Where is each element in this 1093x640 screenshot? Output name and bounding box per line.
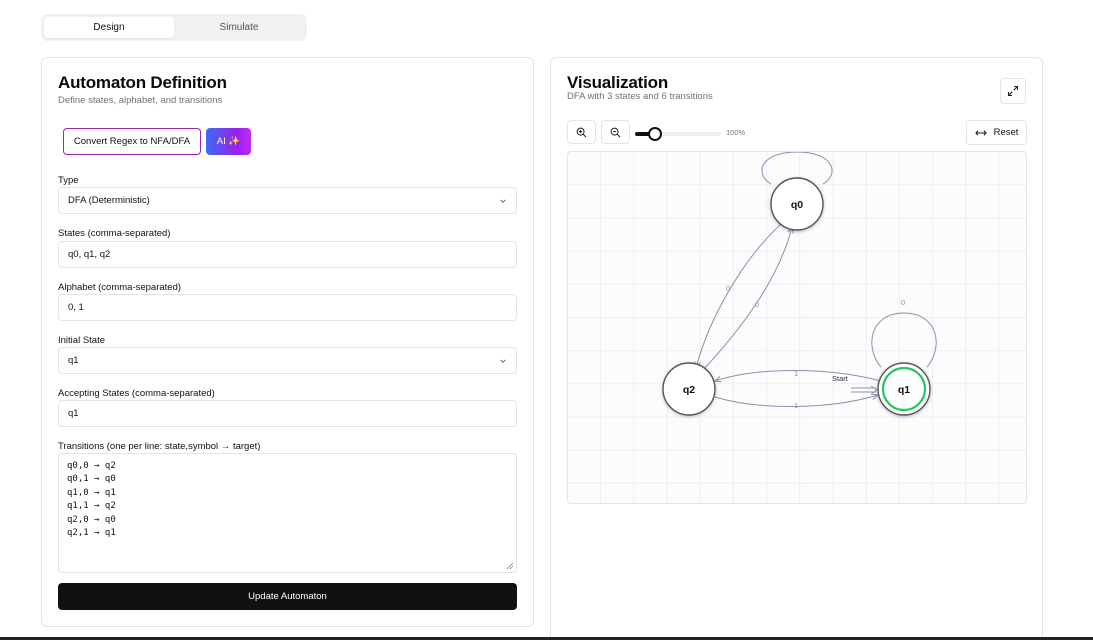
edge-q0-q2 — [696, 223, 782, 368]
graph-canvas[interactable]: 0 0 0 1 1 Start q0 q2 q1 — [567, 151, 1027, 504]
chevron-down-icon — [500, 198, 506, 203]
tab-design[interactable]: Design — [44, 17, 174, 38]
initial-state-select[interactable]: q1 — [58, 347, 517, 374]
reset-label: Reset — [993, 127, 1019, 138]
type-label: Type — [58, 175, 79, 186]
expand-button[interactable] — [1000, 78, 1026, 104]
automaton-definition-card: Automaton Definition Define states, alph… — [41, 57, 534, 627]
transition-line: q0,1 → q0 — [67, 474, 116, 485]
update-automaton-button[interactable]: Update Automaton — [58, 583, 517, 610]
visualization-title: Visualization — [567, 73, 669, 92]
zoom-in-button[interactable] — [567, 120, 596, 144]
initial-state-value: q1 — [68, 355, 79, 366]
edge-q2-q0 — [703, 227, 792, 370]
states-input[interactable]: q0, q1, q2 — [58, 241, 517, 268]
mode-tabs: Design Simulate — [41, 14, 307, 41]
zoom-out-icon — [610, 127, 621, 137]
node-q0[interactable]: q0 — [770, 177, 824, 231]
node-q2[interactable]: q2 — [662, 362, 716, 416]
transition-line: q2,1 → q1 — [67, 528, 116, 539]
node-label-q0: q0 — [791, 199, 803, 211]
reset-button[interactable]: Reset — [966, 120, 1027, 145]
transition-line: q0,0 → q2 — [67, 461, 116, 471]
zoom-out-button[interactable] — [601, 120, 630, 144]
alphabet-input[interactable]: 0, 1 — [58, 294, 517, 321]
zoom-level: 100% — [726, 128, 746, 137]
node-label-q1: q1 — [898, 384, 910, 396]
start-arrow — [851, 387, 876, 393]
start-label: Start — [832, 374, 849, 383]
accepting-states-label: Accepting States (comma-separated) — [58, 388, 215, 399]
states-label: States (comma-separated) — [58, 228, 171, 239]
zoom-slider-thumb[interactable] — [648, 127, 662, 141]
start-arrowhead — [870, 385, 878, 395]
node-label-q2: q2 — [683, 384, 695, 396]
convert-regex-button[interactable]: Convert Regex to NFA/DFA — [63, 128, 201, 155]
edge-label-q1-q2: 1 — [794, 369, 798, 378]
automaton-graph[interactable]: 0 0 0 1 1 Start q0 q2 q1 — [568, 152, 1027, 504]
visualization-card: Visualization DFA with 3 states and 6 tr… — [550, 57, 1043, 640]
resize-grip-icon[interactable] — [506, 562, 514, 570]
type-select[interactable]: DFA (Deterministic) — [58, 187, 517, 214]
edge-label-q2-q0: 0 — [755, 300, 759, 309]
type-select-value: DFA (Deterministic) — [68, 195, 150, 206]
transitions-textarea[interactable]: q0,0 → q2 q0,1 → q0 q1,0 → q1 q1,1 → q2 … — [58, 453, 517, 573]
transitions-label: Transitions (one per line: state,symbol … — [58, 441, 261, 452]
initial-state-label: Initial State — [58, 335, 105, 346]
edge-label-q0-q2: 0 — [726, 284, 730, 293]
definition-title: Automaton Definition — [58, 73, 227, 92]
node-q1[interactable]: q1 — [877, 362, 931, 416]
edge-label-q1-q1: 0 — [901, 298, 905, 307]
definition-subtitle: Define states, alphabet, and transitions — [58, 95, 223, 106]
expand-icon — [1007, 85, 1019, 97]
transition-line: q2,0 → q0 — [67, 514, 116, 525]
accepting-states-input[interactable]: q1 — [58, 400, 517, 427]
chevron-down-icon — [500, 358, 506, 363]
transition-line: q1,1 → q2 — [67, 501, 116, 512]
ai-button[interactable]: AI ✨ — [206, 128, 251, 155]
arrows-horizontal-icon — [974, 129, 987, 136]
transition-line: q1,0 → q1 — [67, 487, 116, 498]
zoom-in-icon — [576, 127, 587, 137]
tab-simulate[interactable]: Simulate — [174, 17, 304, 38]
edge-label-q2-q1: 1 — [794, 401, 798, 410]
visualization-subtitle: DFA with 3 states and 6 transitions — [567, 91, 713, 102]
zoom-slider[interactable] — [635, 127, 721, 141]
edge-q1-q1 — [871, 312, 937, 368]
alphabet-label: Alphabet (comma-separated) — [58, 282, 182, 293]
